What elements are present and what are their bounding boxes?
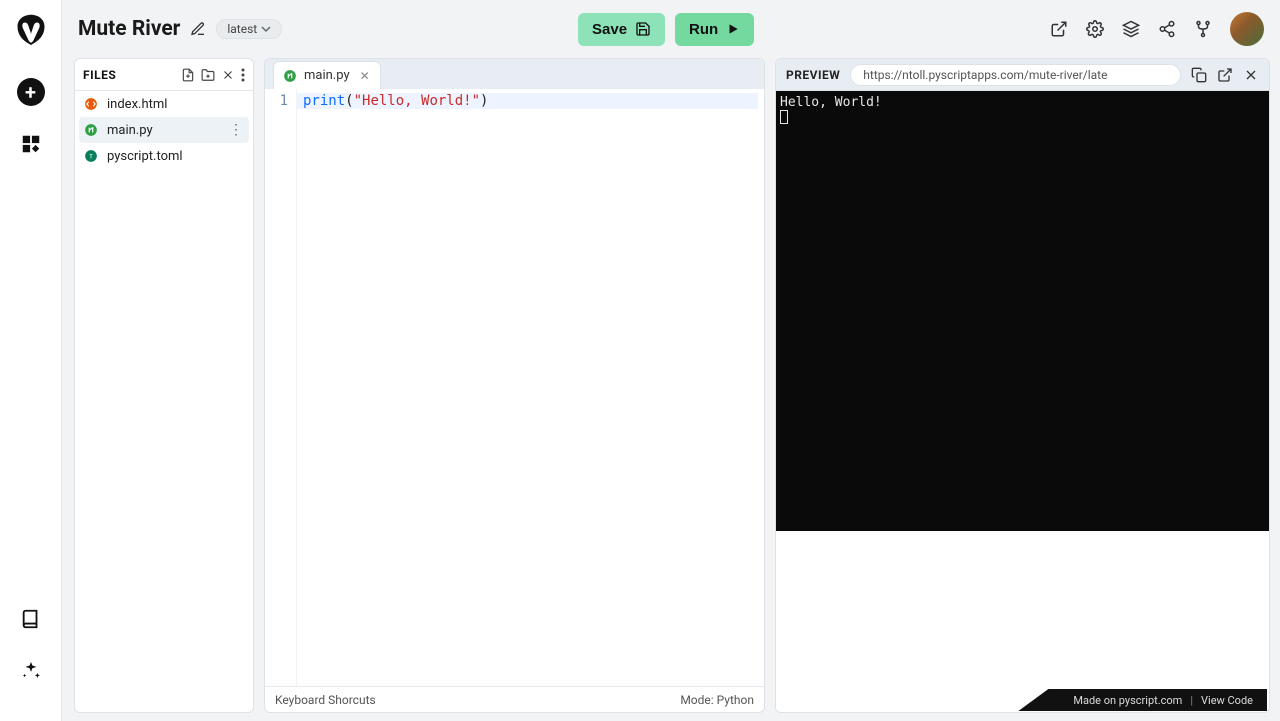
- file-name: pyscript.toml: [107, 149, 183, 164]
- python-file-icon: [83, 122, 99, 138]
- preview-url-bar[interactable]: https://ntoll.pyscriptapps.com/mute-rive…: [850, 64, 1181, 86]
- toml-file-icon: T: [83, 148, 99, 164]
- new-file-icon[interactable]: [181, 68, 195, 82]
- preview-terminal: Hello, World!: [776, 91, 1269, 531]
- version-selector[interactable]: latest: [216, 19, 282, 39]
- files-panel-title: FILES: [83, 68, 116, 82]
- editor-tab[interactable]: main.py ✕: [273, 61, 381, 89]
- save-label: Save: [592, 21, 627, 38]
- tab-close-icon[interactable]: ✕: [360, 69, 370, 83]
- tab-label: main.py: [304, 68, 350, 83]
- close-preview-icon[interactable]: [1243, 67, 1259, 83]
- edit-title-icon[interactable]: [190, 21, 206, 37]
- python-file-icon: [282, 68, 298, 84]
- docs-icon[interactable]: [17, 605, 45, 633]
- code-token: print: [303, 93, 345, 109]
- save-button[interactable]: Save: [578, 13, 665, 46]
- logo[interactable]: [13, 12, 49, 48]
- open-preview-external-icon[interactable]: [1217, 67, 1233, 83]
- new-folder-icon[interactable]: [201, 68, 215, 82]
- open-external-icon[interactable]: [1050, 20, 1068, 38]
- file-name: main.py: [107, 123, 153, 138]
- avatar[interactable]: [1230, 12, 1264, 46]
- run-label: Run: [689, 21, 718, 38]
- files-panel: FILES i: [74, 58, 254, 713]
- line-number: 1: [280, 93, 288, 109]
- code-token: ): [480, 93, 488, 109]
- html-file-icon: [83, 96, 99, 112]
- share-icon[interactable]: [1158, 20, 1176, 38]
- code-token: (: [345, 93, 353, 109]
- code-editor[interactable]: 1 print("Hello, World!"): [265, 89, 764, 686]
- file-name: index.html: [107, 97, 167, 112]
- keyboard-shortcuts-link[interactable]: Keyboard Shorcuts: [275, 693, 376, 707]
- file-row[interactable]: T pyscript.toml: [75, 143, 253, 169]
- preview-footer: Made on pyscript.com | View Code: [1018, 689, 1267, 711]
- settings-icon[interactable]: [1086, 20, 1104, 38]
- project-title: Mute River: [78, 17, 180, 41]
- fork-icon[interactable]: [1194, 20, 1212, 38]
- ai-sparkle-icon[interactable]: [17, 657, 45, 685]
- view-code-link[interactable]: View Code: [1201, 694, 1253, 707]
- editor-mode-label: Mode: Python: [680, 693, 754, 707]
- made-on-label[interactable]: Made on pyscript.com: [1073, 694, 1182, 707]
- more-icon[interactable]: [241, 68, 245, 82]
- version-label: latest: [227, 22, 257, 36]
- copy-url-icon[interactable]: [1191, 67, 1207, 83]
- run-button[interactable]: Run: [675, 13, 754, 46]
- preview-url-text: https://ntoll.pyscriptapps.com/mute-rive…: [863, 68, 1107, 82]
- terminal-cursor: [780, 110, 788, 124]
- preview-panel-title: PREVIEW: [786, 68, 840, 82]
- code-token: "Hello, World!": [354, 93, 480, 109]
- layers-icon[interactable]: [1122, 20, 1140, 38]
- file-row[interactable]: main.py: [79, 117, 249, 143]
- dashboard-icon[interactable]: [17, 130, 45, 158]
- editor-panel: main.py ✕ 1 print("Hello, World!") Keybo…: [264, 58, 765, 713]
- file-row[interactable]: index.html: [75, 91, 253, 117]
- preview-panel: PREVIEW https://ntoll.pyscriptapps.com/m…: [775, 58, 1270, 713]
- new-project-button[interactable]: +: [17, 78, 45, 106]
- terminal-output: Hello, World!: [780, 95, 882, 110]
- close-panel-icon[interactable]: [221, 68, 235, 82]
- svg-text:T: T: [89, 154, 93, 160]
